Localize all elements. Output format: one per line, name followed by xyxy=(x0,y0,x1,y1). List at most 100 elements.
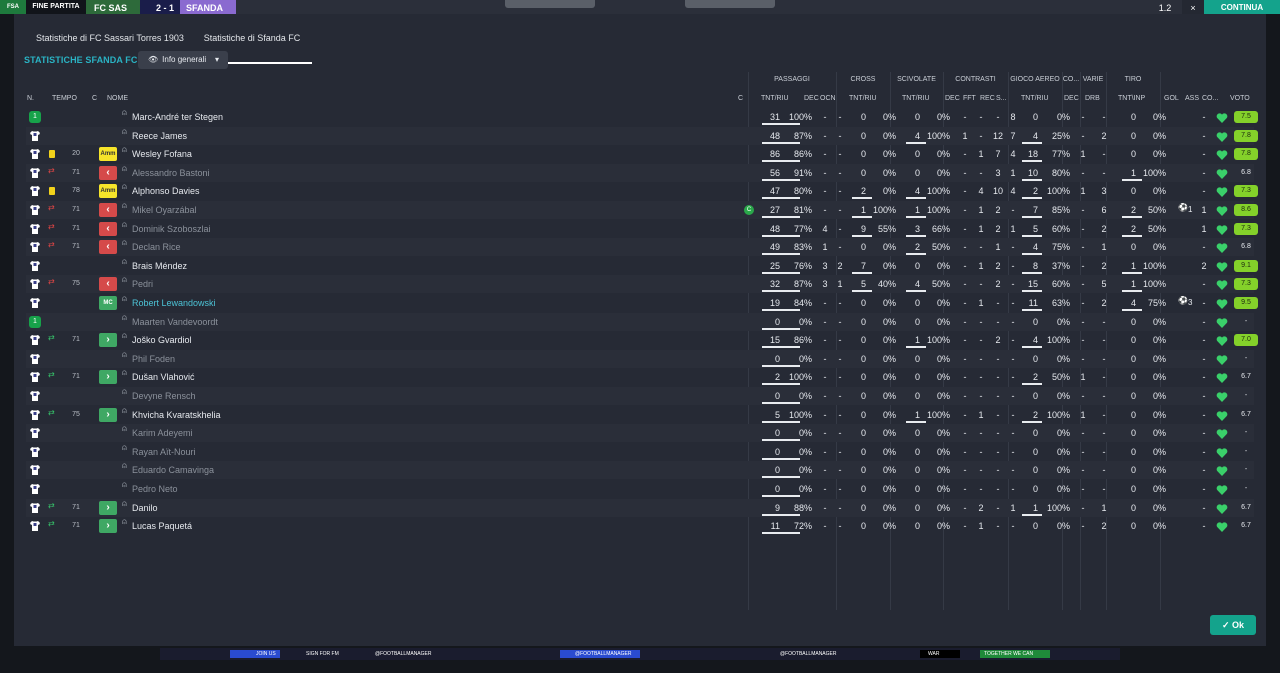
table-row[interactable]: ⍝ Karim Adeyemi 0 0% - -0 0% 0 0% - - - -0 0% - -0 0% - - xyxy=(26,424,1254,443)
continue-button[interactable]: CONTINUA xyxy=(1204,0,1280,14)
col-contr-s[interactable]: S... xyxy=(996,95,1007,102)
close-icon[interactable]: × xyxy=(1182,0,1204,14)
cross-pct: 0% xyxy=(882,465,896,476)
col-tempo[interactable]: TEMPO xyxy=(52,95,77,102)
player-name[interactable]: Phil Foden xyxy=(132,350,732,368)
assists: - xyxy=(1202,186,1206,197)
shot-pct: 0% xyxy=(1152,353,1166,364)
player-name[interactable]: Robert Lewandowski xyxy=(132,294,732,312)
assists: - xyxy=(1202,391,1206,401)
sub-off-icon: ⇄ xyxy=(48,203,55,212)
player-name[interactable]: Rayan Aït-Nouri xyxy=(132,443,732,461)
aerial-attempts: 0 xyxy=(1032,353,1038,364)
cross-pct: 0% xyxy=(882,353,896,364)
player-name[interactable]: Devyne Rensch xyxy=(132,387,732,405)
col-voto[interactable]: VOTO xyxy=(1230,95,1250,102)
player-name[interactable]: Brais Méndez xyxy=(132,257,732,275)
player-name[interactable]: Marc-André ter Stegen xyxy=(132,108,732,126)
player-name[interactable]: Khvicha Kvaratskhelia xyxy=(132,406,732,424)
col-contr-rec[interactable]: REC xyxy=(980,95,995,102)
table-row[interactable]: ⍝ Pedro Neto 0 0% - -0 0% 0 0% - - - -0 0% - -0 0% - - xyxy=(26,480,1254,498)
ok-button[interactable]: ✓ Ok xyxy=(1210,615,1256,635)
contr-s: - xyxy=(1011,316,1015,327)
tackle-pct: 100% xyxy=(926,130,950,141)
player-name[interactable]: Joško Gvardiol xyxy=(132,331,732,349)
player-name[interactable]: Pedri xyxy=(132,275,732,293)
col-ass[interactable]: ASS xyxy=(1185,95,1199,102)
table-row[interactable]: ⍝ Rayan Aït-Nouri 0 0% - -0 0% 0 0% - - - -0 0% - -0 0% -… xyxy=(26,443,1254,461)
match-speed[interactable]: 1.2 xyxy=(1150,0,1180,14)
player-name[interactable]: Maarten Vandevoordt xyxy=(132,313,732,331)
table-row[interactable]: 20 Amm ⍝ Wesley Fofana 86 86% - -0 0% 0 0% -1 7 4 18 77… xyxy=(26,145,1258,163)
col-contr-dec[interactable]: DEC xyxy=(945,95,960,102)
table-row[interactable]: ⇄ 75 › ⍝ Khvicha Kvaratskhelia 5 100% - -0 0% 1 100… xyxy=(26,406,1254,424)
col-co[interactable]: CO... xyxy=(1202,95,1218,102)
table-row[interactable]: ⍝ Eduardo Camavinga 0 0% - -0 0% 0 0% - - - -0 0% - -0 0… xyxy=(26,461,1254,480)
table-row[interactable]: ⇄ 71 ‹ ⍝ Mikel Oyarzábal C 27 81% - -1 100% 1 100% -1… xyxy=(26,201,1258,219)
col-pass-ocn[interactable]: OCN xyxy=(820,95,836,102)
pitch-view-tab[interactable] xyxy=(505,0,595,8)
col-pass-tnt[interactable]: TNT/RIU xyxy=(761,95,789,102)
player-name[interactable]: Eduardo Camavinga xyxy=(132,461,732,479)
col-co-dec[interactable]: DEC xyxy=(1064,95,1079,102)
player-name[interactable]: Dušan Vlahović xyxy=(132,368,732,386)
player-name[interactable]: Dominik Szoboszlai xyxy=(132,220,732,238)
table-row[interactable]: ⇄ 71 › ⍝ Joško Gvardiol 15 86% - -0 0% 1 100% - -2-4 1… xyxy=(26,331,1258,349)
player-name[interactable]: Lucas Paquetá xyxy=(132,517,732,535)
co-dec: - xyxy=(1081,353,1085,364)
col-cross-tnt[interactable]: TNT/RIU xyxy=(849,95,877,102)
table-row[interactable]: ⍝ Phil Foden 0 0% - -0 0% 0 0% - - - -0 0% - -0 0% - - xyxy=(26,349,1254,368)
player-name[interactable]: Mikel Oyarzábal xyxy=(132,201,732,219)
contr-rec: - xyxy=(996,446,1000,457)
table-row[interactable]: ⍝ Reece James 48 87% - -0 0% 4 100% 1-12 7 4 25% -2 0 0… xyxy=(26,126,1258,145)
col-tiro-tnt[interactable]: TNT\INP xyxy=(1118,95,1145,102)
shirt-icon xyxy=(26,220,44,238)
col-nome[interactable]: NOME xyxy=(107,95,128,102)
table-row[interactable]: MC ⍝ Robert Lewandowski 19 84% - -0 0% 0 0% -1- -11… xyxy=(26,294,1258,312)
contr-dec: - xyxy=(963,242,967,253)
view-dropdown[interactable]: 👁 Info generali ▾ xyxy=(138,51,228,69)
player-name[interactable]: Declan Rice xyxy=(132,238,732,256)
table-row[interactable]: 78 Amm ⍝ Alphonso Davies 47 80% - -2 0% 4 100% -4 10… xyxy=(26,182,1258,200)
contr-dec: - xyxy=(963,112,967,122)
col-c2[interactable]: C xyxy=(738,95,743,102)
table-row[interactable]: ⇄ 71 › ⍝ Lucas Paquetá 11 72% - -0 0% 0 0% -1- -0 0% -2… xyxy=(26,517,1254,535)
match-header-bar: FSA FINE PARTITA FC SAS 2 - 1 SFANDA 1.2… xyxy=(0,0,1280,14)
col-drb[interactable]: DRB xyxy=(1085,95,1100,102)
ad-segment: @FOOTBALLMANAGER xyxy=(780,650,860,658)
col-number[interactable]: N. xyxy=(27,95,34,102)
goals xyxy=(1188,275,1196,293)
tackle-attempts: 0 xyxy=(914,167,920,178)
highlights-view-tab[interactable] xyxy=(685,0,775,8)
table-row[interactable]: ⇄ 71 ‹ ⍝ Dominik Szoboszlai 48 77% 4-9 55% 3 66% -1… xyxy=(26,220,1258,238)
table-row[interactable]: ⇄ 71 ‹ ⍝ Declan Rice 49 83% 1-0 0% 2 50% - -1-4 75% -1… xyxy=(26,238,1254,257)
dribbles: - xyxy=(1102,372,1106,383)
col-contr-fft[interactable]: FFT xyxy=(963,95,976,102)
pass-bar xyxy=(762,364,800,367)
table-row[interactable]: ⍝ Devyne Rensch 0 0% - -0 0% 0 0% - - - -0 0% - -0 0% - - xyxy=(26,387,1254,405)
col-pass-dec[interactable]: DEC xyxy=(804,95,819,102)
player-name[interactable]: Alessandro Bastoni xyxy=(132,164,732,182)
table-row[interactable]: ⇄ 71 ‹ ⍝ Alessandro Bastoni 56 91% - -0 0% 0 0% - -3 1… xyxy=(26,163,1254,182)
player-name[interactable]: Alphonso Davies xyxy=(132,182,732,200)
col-c[interactable]: C xyxy=(92,95,97,102)
col-gol[interactable]: GOL xyxy=(1164,95,1179,102)
table-row[interactable]: ⇄ 71 › ⍝ Danilo 9 88% - -0 0% 0 0% -2-1 1 100% -1 0 0% -6.… xyxy=(26,498,1254,517)
table-row[interactable]: 1 ⍝ Marc-André ter Stegen 31 100% - -0 0% 0 0% - - -… xyxy=(26,108,1258,126)
player-name[interactable]: Wesley Fofana xyxy=(132,145,732,163)
table-row[interactable]: ⇄ 71 › ⍝ Dušan Vlahović 2 100% - -0 0% 0 0% - - - -2 50%… xyxy=(26,368,1254,386)
contr-rec: 2 xyxy=(995,260,1001,271)
player-name[interactable]: Pedro Neto xyxy=(132,480,732,498)
player-name[interactable]: Reece James xyxy=(132,127,732,145)
col-sciv-tnt[interactable]: TNT/RIU xyxy=(902,95,930,102)
dribbles: - xyxy=(1102,391,1106,401)
dribbles: 2 xyxy=(1101,130,1107,141)
table-row[interactable]: 1 ⍝ Maarten Vandevoordt 0 0% - -0 0% 0 0% - - - -0 0% -… xyxy=(26,312,1254,331)
person-icon: ⍝ xyxy=(122,201,127,210)
table-row[interactable]: ⍝ Brais Méndez 25 76% 3 2 7 0% 0 0% -1 2-8 37% -2 1 100… xyxy=(26,257,1258,275)
col-aereo-tnt[interactable]: TNT/RIU xyxy=(1021,95,1049,102)
sub-on-icon: ⇄ xyxy=(48,407,55,417)
player-name[interactable]: Danilo xyxy=(132,499,732,517)
table-row[interactable]: ⇄ 75 ‹ ⍝ Pedri 32 87% 3 1 5 40% 4 50% - -2-15 60% -5 1 100… xyxy=(26,275,1258,294)
player-name[interactable]: Karim Adeyemi xyxy=(132,424,732,442)
